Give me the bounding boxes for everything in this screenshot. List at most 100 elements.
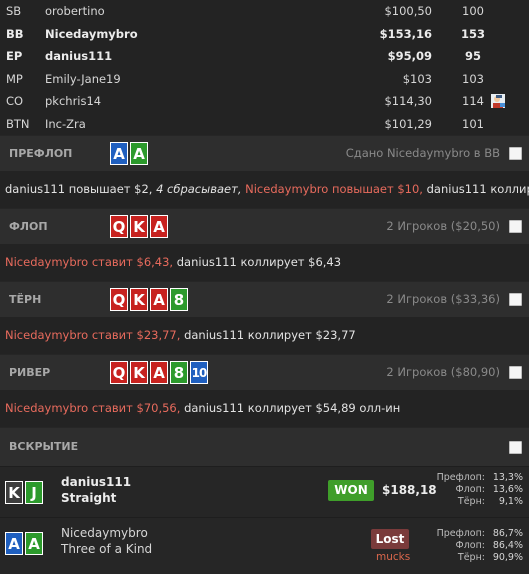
card: A <box>25 532 43 555</box>
player-position: BTN <box>6 116 30 131</box>
player-position: CO <box>6 94 24 108</box>
player-row: EP danius111 $95,09 95 <box>0 45 529 68</box>
card: A <box>150 361 168 384</box>
card: K <box>130 215 148 238</box>
player-row: BB Nicedaymybro $153,16 153 <box>0 23 529 46</box>
player-name[interactable]: Inc-Zra <box>45 113 86 136</box>
player-position: BB <box>6 26 24 41</box>
card: K <box>5 481 23 504</box>
board-cards: Q K A <box>110 215 168 238</box>
player-stack-bb: 153 <box>460 26 485 41</box>
street-checkbox[interactable] <box>509 366 522 379</box>
street-actions: Nicedaymybro ставит $70,56, danius111 ко… <box>0 390 529 427</box>
player-stack: $103 <box>402 71 432 86</box>
street-checkbox[interactable] <box>509 293 522 306</box>
card: 8 <box>170 288 188 311</box>
card: J <box>25 481 43 504</box>
equity-value: 86,4% <box>492 540 523 551</box>
card: Q <box>110 288 128 311</box>
action-text: danius111 коллирует $23,77 <box>184 328 356 342</box>
action-text: danius111 коллирует $10 <box>426 182 529 196</box>
street-turn: ТЁРН Q K A 8 2 Игроков ($33,36) <box>0 281 529 317</box>
street-actions: Nicedaymybro ставит $6,43, danius111 кол… <box>0 244 529 281</box>
action-text: Nicedaymybro ставит $70,56, <box>5 401 185 415</box>
showdown-checkbox[interactable] <box>509 441 522 454</box>
card: A <box>110 142 128 165</box>
players-table: SB orobertino $100,50 100 BB Nicedaymybr… <box>0 0 529 135</box>
equity-label: Флоп: <box>455 484 485 495</box>
equity-value: 9,1% <box>498 496 523 507</box>
board-cards: Q K A 8 <box>110 288 188 311</box>
card: A <box>130 142 148 165</box>
lost-badge: Lost <box>371 529 409 549</box>
board-cards: Q K A 8 10 <box>110 361 208 384</box>
card: A <box>5 532 23 555</box>
street-label: ВСКРЫТИЕ <box>9 440 79 453</box>
equity-label: Тёрн: <box>457 552 485 563</box>
showdown-result-winner: K J danius111 Straight WON $188,18 Префл… <box>0 466 529 517</box>
player-cards: A A <box>5 532 43 555</box>
mucks-note: mucks <box>376 551 411 563</box>
card: Q <box>110 361 128 384</box>
action-text: danius111 повышает $2, <box>5 182 157 196</box>
player-stack: $153,16 <box>379 26 432 41</box>
street-actions: Nicedaymybro ставит $23,77, danius111 ко… <box>0 317 529 354</box>
dealer-avatar-icon <box>491 94 505 108</box>
equity-label: Флоп: <box>455 540 485 551</box>
street-preflop: ПРЕФЛОП A A Сдано Nicedaymybro в BB <box>0 135 529 171</box>
equity-label: Префлоп: <box>436 528 485 539</box>
player-position: SB <box>6 4 22 18</box>
equity-label: Префлоп: <box>436 472 485 483</box>
action-text: danius111 коллирует $54,89 олл-ин <box>184 401 401 415</box>
equity-table: Префлоп: 86,7% Флоп: 86,4% Тёрн: 90,9% <box>430 528 525 564</box>
player-stack: $114,30 <box>384 94 432 108</box>
player-name[interactable]: orobertino <box>45 0 105 23</box>
player-stack-bb: 95 <box>464 49 481 63</box>
equity-value: 86,7% <box>492 528 523 539</box>
street-info: 2 Игроков ($20,50) <box>386 219 500 233</box>
player-name[interactable]: pkchris14 <box>45 90 101 113</box>
street-info: Сдано Nicedaymybro в BB <box>345 146 500 160</box>
player-name[interactable]: danius111 <box>45 45 112 68</box>
action-text: 4 сбрасывает, <box>156 182 246 196</box>
showdown-result-loser: A A Nicedaymybro Three of a Kind Lost mu… <box>0 517 529 574</box>
action-text: Nicedaymybro повышает $10, <box>245 182 427 196</box>
player-stack-bb: 101 <box>462 116 484 131</box>
hero-cards: A A <box>110 142 148 165</box>
player-name[interactable]: Nicedaymybro <box>45 23 138 46</box>
equity-table: Префлоп: 13,3% Флоп: 13,6% Тёрн: 9,1% <box>430 472 525 508</box>
street-info: 2 Игроков ($33,36) <box>386 292 500 306</box>
action-text: Nicedaymybro ставит $23,77, <box>5 328 185 342</box>
equity-value: 13,3% <box>492 472 523 483</box>
player-stack-bb: 100 <box>462 4 484 18</box>
street-actions: danius111 повышает $2, 4 сбрасывает, Nic… <box>0 171 529 208</box>
street-label: ПРЕФЛОП <box>9 147 73 160</box>
street-label: ФЛОП <box>9 220 48 233</box>
street-info: 2 Игроков ($80,90) <box>386 365 500 379</box>
result-hand: Straight <box>61 491 117 505</box>
player-name[interactable]: Emily-Jane19 <box>45 68 121 91</box>
card: 10 <box>190 361 208 384</box>
street-flop: ФЛОП Q K A 2 Игроков ($20,50) <box>0 208 529 244</box>
street-label: РИВЕР <box>9 366 51 379</box>
street-river: РИВЕР Q K A 8 10 2 Игроков ($80,90) <box>0 354 529 390</box>
player-row: CO pkchris14 $114,30 114 <box>0 90 529 113</box>
street-checkbox[interactable] <box>509 220 522 233</box>
player-row: BTN Inc-Zra $101,29 101 <box>0 113 529 136</box>
card: Q <box>110 215 128 238</box>
player-stack: $95,09 <box>387 49 432 63</box>
player-stack-bb: 103 <box>462 71 484 86</box>
player-stack: $100,50 <box>384 4 432 18</box>
won-amount: $188,18 <box>382 483 437 497</box>
player-stack-bb: 114 <box>462 94 484 108</box>
result-player-name[interactable]: danius111 <box>61 475 131 489</box>
action-text: Nicedaymybro ставит $6,43, <box>5 255 177 269</box>
result-player-name[interactable]: Nicedaymybro <box>61 526 148 540</box>
showdown-header: ВСКРЫТИЕ <box>0 427 529 466</box>
player-position: MP <box>6 71 23 86</box>
card: K <box>130 361 148 384</box>
card: K <box>130 288 148 311</box>
player-cards: K J <box>5 481 43 504</box>
card: A <box>150 215 168 238</box>
street-checkbox[interactable] <box>509 147 522 160</box>
